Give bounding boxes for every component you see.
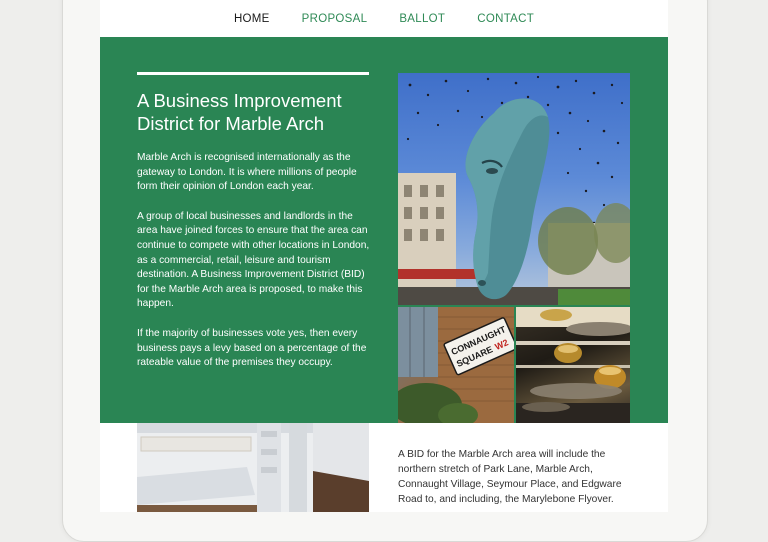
main-nav: HOME PROPOSAL BALLOT CONTACT (100, 0, 668, 37)
page-title-line-2: District for Marble Arch (137, 113, 325, 134)
dining-photo (516, 307, 630, 423)
tablet-screen: HOME PROPOSAL BALLOT CONTACT A Business … (100, 0, 668, 512)
nav-proposal[interactable]: PROPOSAL (286, 13, 384, 25)
intro-paragraph-3: If the majority of businesses vote yes, … (137, 327, 367, 369)
intro-paragraph-2: A group of local businesses and landlord… (137, 210, 370, 310)
photo-collage: CONNAUGHT SQUARE W2 (398, 73, 630, 423)
title-rule (137, 72, 369, 75)
intro-text: Marble Arch is recognised internationall… (137, 151, 375, 386)
nav-contact[interactable]: CONTACT (461, 13, 550, 25)
bid-area-text: A BID for the Marble Arch area will incl… (398, 449, 622, 505)
nav-ballot[interactable]: BALLOT (383, 13, 461, 25)
storefront-photo (137, 423, 369, 512)
intro-paragraph-1: Marble Arch is recognised internationall… (137, 152, 357, 193)
horse-sculpture-photo (398, 73, 630, 305)
page-title: A Business Improvement District for Marb… (137, 89, 377, 135)
page-title-line-1: A Business Improvement (137, 90, 342, 111)
hero-section: A Business Improvement District for Marb… (100, 37, 668, 423)
nav-home[interactable]: HOME (218, 13, 286, 25)
street-sign-photo: CONNAUGHT SQUARE W2 (398, 307, 514, 423)
